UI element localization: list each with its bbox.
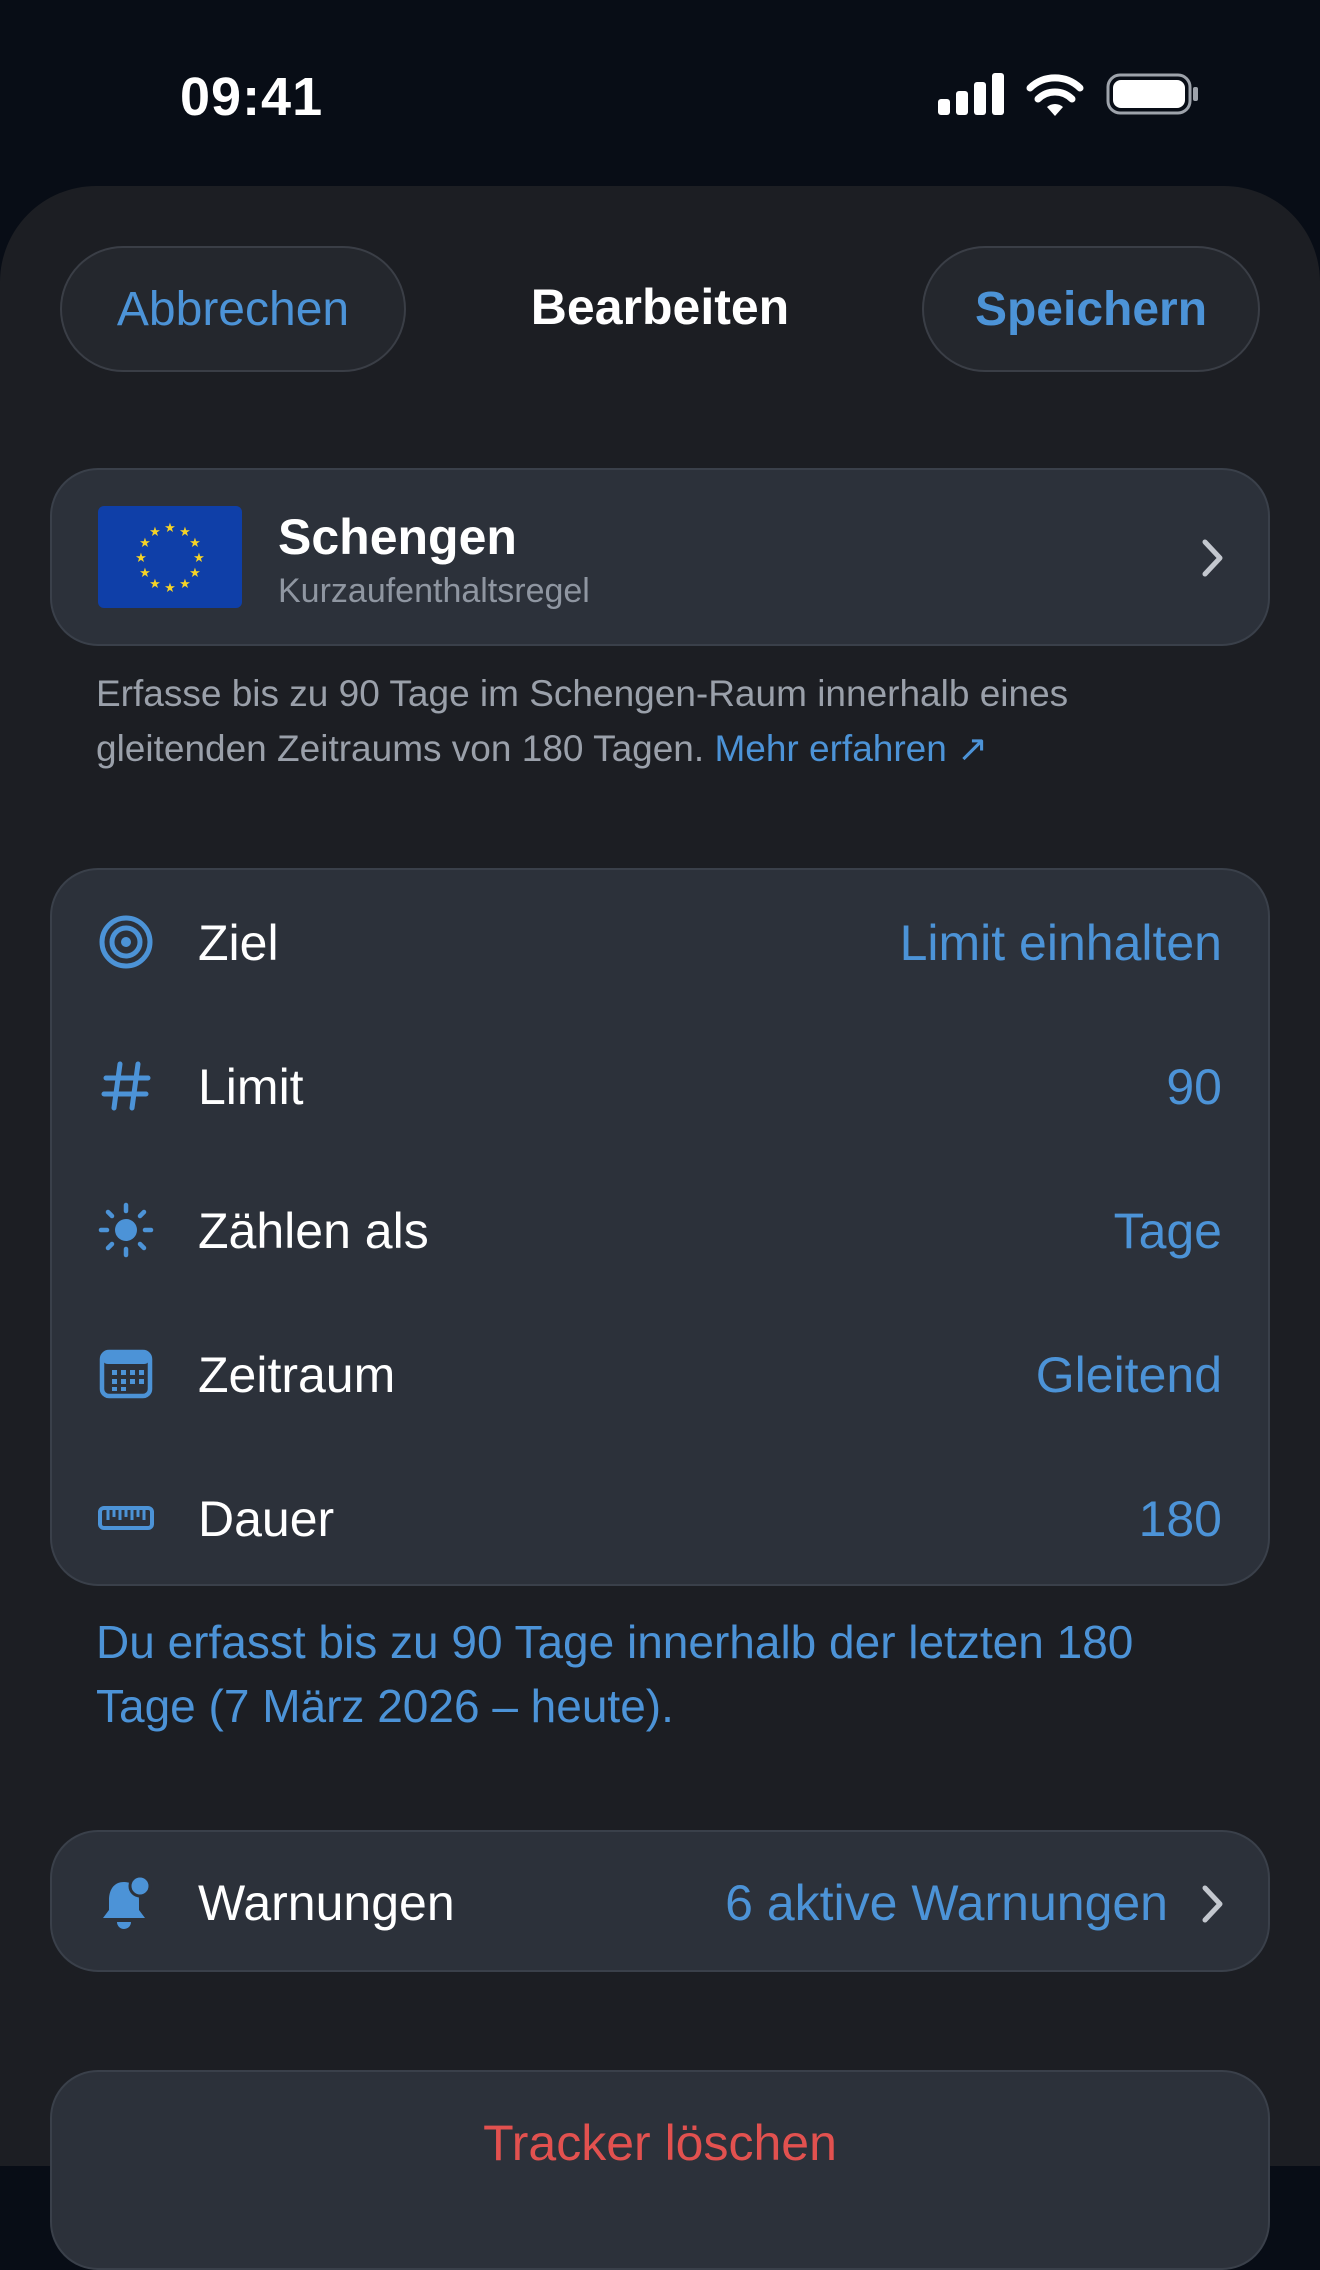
region-subtitle: Kurzaufenthaltsregel bbox=[278, 572, 590, 610]
setting-row-period[interactable]: Zeitraum Gleitend bbox=[52, 1302, 1268, 1446]
save-button[interactable]: Speichern bbox=[922, 246, 1260, 372]
delete-tracker-button[interactable]: Tracker löschen bbox=[50, 2070, 1270, 2270]
setting-value: Tage bbox=[1113, 1203, 1222, 1259]
setting-value: Gleitend bbox=[1035, 1347, 1222, 1403]
cellular-signal-icon bbox=[938, 73, 1004, 115]
chevron-right-icon bbox=[1202, 1885, 1223, 1923]
svg-text:★: ★ bbox=[139, 565, 151, 580]
wifi-icon bbox=[1026, 74, 1084, 116]
setting-label: Limit bbox=[198, 1059, 304, 1115]
target-icon bbox=[99, 915, 153, 969]
setting-value: Limit einhalten bbox=[899, 915, 1222, 971]
svg-text:★: ★ bbox=[149, 576, 161, 591]
region-selector[interactable]: ★ ★ ★ ★ ★ ★ ★ ★ ★ ★ ★ ★ Schengen Kurzaufenthalts… bbox=[50, 468, 1270, 646]
setting-label: Zählen als bbox=[198, 1203, 429, 1259]
learn-more-link[interactable]: Mehr erfahren ↗ bbox=[714, 728, 988, 769]
setting-row-goal[interactable]: Ziel Limit einhalten bbox=[52, 870, 1268, 1014]
settings-card: Ziel Limit einhalten Limit 90 Zählen als… bbox=[50, 868, 1270, 1586]
status-icons bbox=[938, 72, 1200, 116]
setting-row-count-as[interactable]: Zählen als Tage bbox=[52, 1158, 1268, 1302]
eu-flag-icon: ★ ★ ★ ★ ★ ★ ★ ★ ★ ★ ★ ★ bbox=[98, 506, 242, 608]
calendar-icon bbox=[99, 1349, 153, 1399]
svg-text:★: ★ bbox=[193, 550, 205, 565]
tracking-summary: Du erfasst bis zu 90 Tage innerhalb der … bbox=[96, 1616, 1134, 1732]
hash-icon bbox=[101, 1061, 151, 1111]
warnings-label: Warnungen bbox=[198, 1875, 455, 1931]
setting-value: 90 bbox=[1166, 1059, 1222, 1115]
ruler-icon bbox=[98, 1506, 154, 1530]
svg-text:★: ★ bbox=[179, 576, 191, 591]
setting-row-limit[interactable]: Limit 90 bbox=[52, 1014, 1268, 1158]
svg-text:★: ★ bbox=[149, 524, 161, 539]
svg-text:★: ★ bbox=[164, 520, 176, 535]
battery-icon bbox=[1106, 73, 1198, 115]
region-description: Erfasse bis zu 90 Tage im Schengen-Raum … bbox=[96, 666, 1216, 776]
svg-text:★: ★ bbox=[164, 580, 176, 595]
chevron-right-icon bbox=[1202, 539, 1223, 577]
setting-row-duration[interactable]: Dauer 180 bbox=[52, 1446, 1268, 1590]
svg-text:★: ★ bbox=[135, 550, 147, 565]
svg-text:★: ★ bbox=[189, 565, 201, 580]
setting-label: Ziel bbox=[198, 915, 279, 971]
sun-icon bbox=[98, 1202, 154, 1258]
status-bar: 09:41 bbox=[0, 0, 1320, 190]
setting-value: 180 bbox=[1138, 1491, 1222, 1547]
warnings-row[interactable]: Warnungen 6 aktive Warnungen bbox=[50, 1830, 1270, 1972]
edit-sheet: Abbrechen Bearbeiten Speichern ★ ★ ★ ★ ★ ★ ★… bbox=[0, 186, 1320, 2270]
warnings-value: 6 aktive Warnungen bbox=[725, 1875, 1168, 1931]
setting-label: Dauer bbox=[198, 1491, 335, 1547]
setting-label: Zeitraum bbox=[198, 1347, 396, 1403]
region-name: Schengen bbox=[278, 509, 517, 565]
svg-text:★: ★ bbox=[189, 535, 201, 550]
status-time: 09:41 bbox=[180, 67, 324, 127]
bell-badge-icon bbox=[103, 1874, 152, 1929]
delete-tracker-label: Tracker löschen bbox=[483, 2115, 837, 2171]
